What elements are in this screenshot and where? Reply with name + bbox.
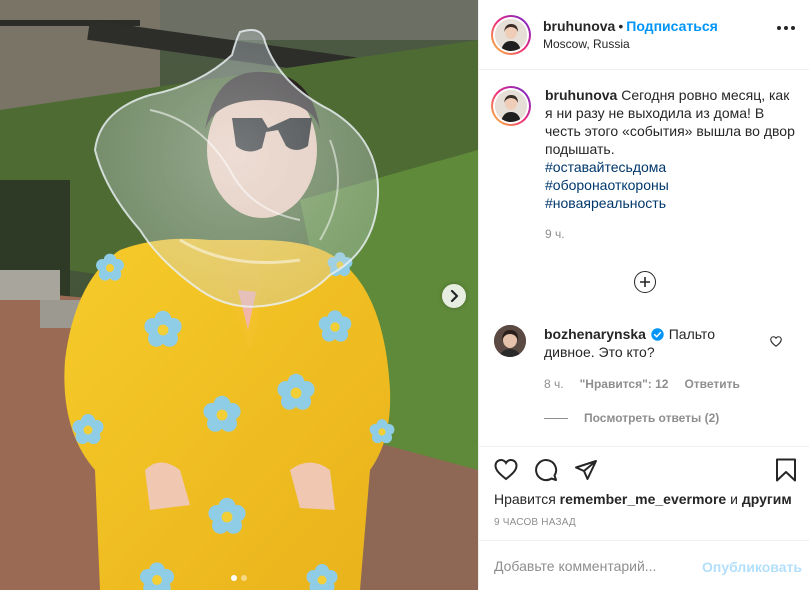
hashtag-link[interactable]: #оборонаоткороны [545,176,795,194]
comment-meta: 8 ч. "Нравится": 12 Ответить [544,377,740,391]
author-photo [495,90,527,122]
comment-button[interactable] [534,458,558,482]
likes-summary: Нравится remember_me_evermore и другим [494,491,792,507]
view-replies-button[interactable]: Посмотреть ответы (2) [544,411,719,425]
post-actions [494,458,598,482]
comment-likes[interactable]: "Нравится": 12 [580,377,669,391]
caption-time[interactable]: 9 ч. [545,225,795,243]
comment-input[interactable] [494,558,684,574]
share-button[interactable] [574,458,598,482]
add-circle-icon[interactable] [634,271,656,293]
bookmark-icon [776,458,796,482]
post-location[interactable]: Moscow, Russia [543,35,718,53]
more-options-icon[interactable] [777,26,795,30]
commenter-avatar[interactable] [494,325,526,357]
post-timestamp[interactable]: 9 ЧАСОВ НАЗАД [494,517,576,528]
heart-icon [494,458,518,481]
post-header: bruhunova • Подписаться Moscow, Russia [479,0,809,70]
liker-username[interactable]: remember_me_evermore [560,491,727,507]
divider [478,446,809,447]
carousel-dot-1 [231,575,237,581]
view-replies-label: Посмотреть ответы (2) [584,411,720,425]
follow-button[interactable]: Подписаться [626,18,718,34]
divider [478,540,809,541]
hashtag-link[interactable]: #оставайтесьдома [545,158,795,176]
header-separator: • [618,17,624,34]
heart-icon[interactable] [770,336,782,347]
comment-time[interactable]: 8 ч. [544,377,564,391]
comment-icon [535,459,558,482]
verified-badge-icon [651,328,664,341]
carousel-indicator [0,575,478,581]
replies-divider [544,417,568,419]
author-avatar[interactable] [491,14,531,55]
caption-username[interactable]: bruhunova [545,87,617,103]
caption-author-avatar[interactable] [491,86,531,126]
commenter-photo [494,325,526,357]
next-photo-button[interactable] [442,284,466,308]
likes-others-link[interactable]: другим [742,491,792,507]
chevron-right-icon [450,290,459,302]
save-button[interactable] [775,458,797,485]
photo-image [0,0,478,590]
post-photo[interactable] [0,0,478,590]
share-icon [575,460,597,480]
publish-button[interactable]: Опубликовать [702,559,802,575]
like-button[interactable] [494,458,518,482]
author-photo [495,18,527,51]
commenter-username[interactable]: bozhenarynska [544,326,646,342]
post-caption: bruhunova Сегодня ровно месяц, как я ни … [491,86,801,243]
likes-prefix: Нравится [494,491,556,507]
likes-and: и [730,491,738,507]
reply-button[interactable]: Ответить [684,377,739,391]
carousel-dot-2 [241,575,247,581]
author-username[interactable]: bruhunova [543,18,615,34]
comment-item: bozhenarynska Пальто дивное. Это кто? [494,325,794,361]
hashtag-link[interactable]: #новаяреальность [545,194,795,212]
